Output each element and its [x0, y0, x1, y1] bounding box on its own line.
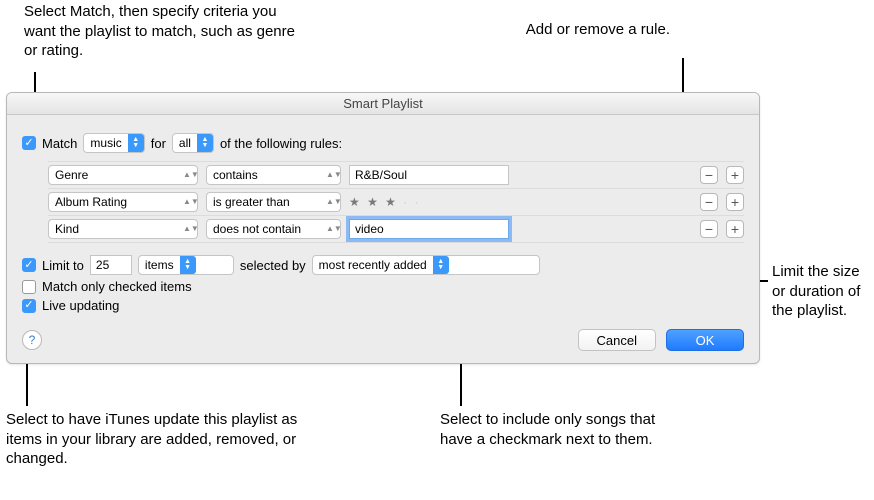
rule-field-select[interactable]: Genre▲▼: [48, 165, 198, 185]
match-for-label: for: [151, 136, 166, 151]
match-checked-row: Match only checked items: [22, 279, 744, 294]
remove-rule-button[interactable]: −: [700, 166, 718, 184]
remove-rule-button[interactable]: −: [700, 220, 718, 238]
limit-checkbox[interactable]: ✓: [22, 258, 36, 272]
rule-field-select[interactable]: Kind▲▼: [48, 219, 198, 239]
match-row: ✓ Match music▲▼ for all▲▼ of the followi…: [22, 133, 744, 153]
smart-playlist-dialog: Smart Playlist ✓ Match music▲▼ for all▲▼…: [6, 92, 760, 364]
rule-stars[interactable]: ★ ★ ★ · ·: [349, 195, 509, 209]
limit-count-input[interactable]: 25: [90, 255, 132, 275]
annotation-checked-only: Select to include only songs that have a…: [440, 410, 670, 449]
ok-button[interactable]: OK: [666, 329, 744, 351]
annotation-live: Select to have iTunes update this playli…: [6, 410, 306, 469]
rule-value-input[interactable]: video: [349, 219, 509, 239]
limit-label: Limit to: [42, 258, 84, 273]
limit-row: ✓ Limit to 25 items▲▼ selected by most r…: [22, 255, 744, 275]
match-checked-label: Match only checked items: [42, 279, 192, 294]
cancel-button[interactable]: Cancel: [578, 329, 656, 351]
window-title: Smart Playlist: [7, 93, 759, 115]
annotation-match: Select Match, then specify criteria you …: [24, 2, 304, 61]
rule-row: Album Rating▲▼ is greater than▲▼ ★ ★ ★ ·…: [48, 189, 744, 216]
add-rule-button[interactable]: +: [726, 193, 744, 211]
rule-op-select[interactable]: is greater than▲▼: [206, 192, 341, 212]
rule-value-input[interactable]: R&B/Soul: [349, 165, 509, 185]
rule-op-select[interactable]: does not contain▲▼: [206, 219, 341, 239]
match-checkbox[interactable]: ✓: [22, 136, 36, 150]
annotation-limit: Limit the size or duration of the playli…: [772, 262, 872, 321]
match-suffix: of the following rules:: [220, 136, 342, 151]
match-label: Match: [42, 136, 77, 151]
live-updating-row: ✓ Live updating: [22, 298, 744, 313]
selected-by-label: selected by: [240, 258, 306, 273]
match-all-select[interactable]: all▲▼: [172, 133, 214, 153]
rules-list: Genre▲▼ contains▲▼ R&B/Soul − + Album Ra…: [22, 161, 744, 243]
match-checked-checkbox[interactable]: [22, 280, 36, 294]
live-updating-label: Live updating: [42, 298, 119, 313]
help-button[interactable]: ?: [22, 330, 42, 350]
limit-units-select[interactable]: items▲▼: [138, 255, 234, 275]
remove-rule-button[interactable]: −: [700, 193, 718, 211]
match-type-select[interactable]: music▲▼: [83, 133, 144, 153]
rule-op-select[interactable]: contains▲▼: [206, 165, 341, 185]
rule-field-select[interactable]: Album Rating▲▼: [48, 192, 198, 212]
selected-by-select[interactable]: most recently added▲▼: [312, 255, 540, 275]
add-rule-button[interactable]: +: [726, 166, 744, 184]
rule-row: Kind▲▼ does not contain▲▼ video − +: [48, 216, 744, 243]
annotation-add-remove: Add or remove a rule.: [520, 20, 670, 40]
add-rule-button[interactable]: +: [726, 220, 744, 238]
live-updating-checkbox[interactable]: ✓: [22, 299, 36, 313]
rule-row: Genre▲▼ contains▲▼ R&B/Soul − +: [48, 161, 744, 189]
